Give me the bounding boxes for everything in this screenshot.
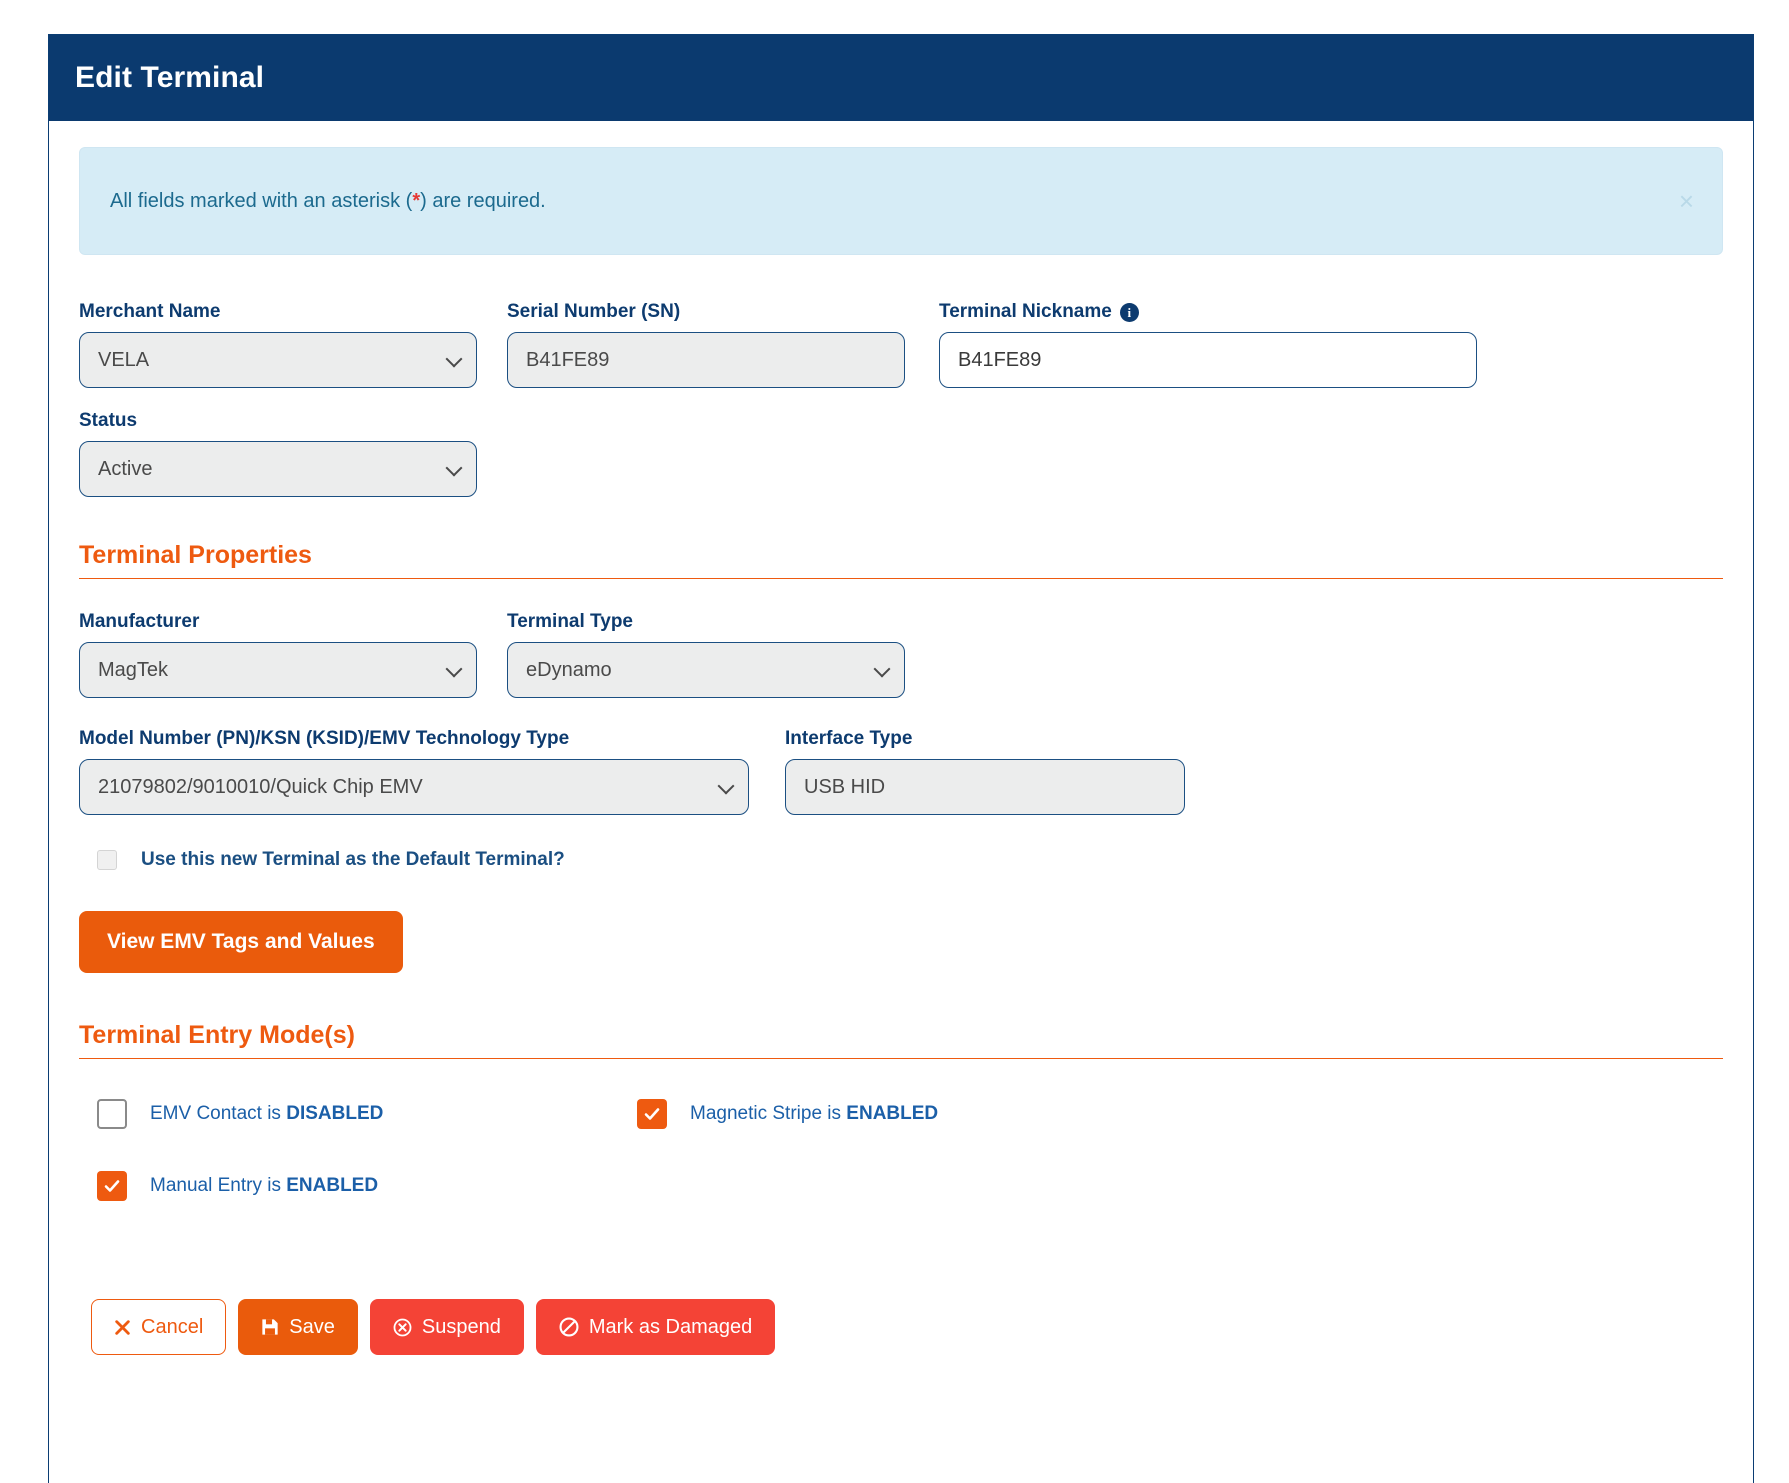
entry-mode-manual-entry[interactable]: Manual Entry is ENABLED (97, 1171, 637, 1201)
alert-text-after: ) are required. (420, 190, 546, 212)
terminal-nickname-input[interactable]: B41FE89 (939, 332, 1477, 388)
model-number-label: Model Number (PN)/KSN (KSID)/EMV Technol… (79, 728, 749, 750)
close-icon[interactable]: × (1673, 187, 1700, 215)
mark-as-damaged-button[interactable]: Mark as Damaged (536, 1299, 775, 1355)
entry-mode-emv-contact[interactable]: EMV Contact is DISABLED (97, 1099, 637, 1129)
magnetic-stripe-state: ENABLED (846, 1103, 938, 1124)
manual-entry-label-text: Manual Entry is (150, 1175, 286, 1196)
form-row-hardware: Manufacturer MagTek Terminal Type eDynam… (79, 611, 1723, 698)
floppy-disk-icon (261, 1318, 279, 1336)
serial-number-input[interactable]: B41FE89 (507, 332, 905, 388)
checkbox-magnetic-stripe[interactable] (637, 1099, 667, 1129)
magnetic-stripe-label: Magnetic Stripe is ENABLED (690, 1103, 938, 1125)
status-select[interactable]: Active (79, 441, 477, 497)
field-serial-number: Serial Number (SN) B41FE89 (507, 301, 905, 388)
emv-button-wrap: View EMV Tags and Values (79, 911, 1723, 973)
default-terminal-label: Use this new Terminal as the Default Ter… (141, 849, 565, 871)
chevron-down-icon (874, 661, 891, 678)
card-header: Edit Terminal (49, 35, 1753, 121)
field-model-number: Model Number (PN)/KSN (KSID)/EMV Technol… (79, 728, 749, 815)
save-button[interactable]: Save (238, 1299, 358, 1355)
entry-modes-row-1: EMV Contact is DISABLED Magnetic Stripe … (79, 1099, 1723, 1129)
field-interface-type: Interface Type USB HID (785, 728, 1185, 815)
merchant-name-select[interactable]: VELA (79, 332, 477, 388)
entry-mode-magnetic-stripe[interactable]: Magnetic Stripe is ENABLED (637, 1099, 938, 1129)
section-divider (79, 578, 1723, 579)
cancel-button-label: Cancel (141, 1316, 203, 1339)
manufacturer-value: MagTek (98, 659, 168, 682)
manufacturer-label: Manufacturer (79, 611, 477, 633)
terminal-type-value: eDynamo (526, 659, 612, 682)
page-title: Edit Terminal (75, 61, 264, 95)
save-button-label: Save (289, 1316, 335, 1339)
status-label: Status (79, 410, 477, 432)
alert-text-before: All fields marked with an asterisk ( (110, 190, 412, 212)
terminal-nickname-label-text: Terminal Nickname (939, 301, 1112, 323)
emv-contact-state: DISABLED (286, 1103, 383, 1124)
mark-as-damaged-button-label: Mark as Damaged (589, 1316, 752, 1339)
form-row-identity: Merchant Name VELA Serial Number (SN) B4… (79, 301, 1723, 388)
suspend-button-label: Suspend (422, 1316, 501, 1339)
merchant-name-label: Merchant Name (79, 301, 477, 323)
default-terminal-row[interactable]: Use this new Terminal as the Default Ter… (97, 849, 1723, 871)
manufacturer-select[interactable]: MagTek (79, 642, 477, 698)
info-icon[interactable]: i (1120, 303, 1139, 322)
form-row-status: Status Active (79, 410, 1723, 497)
magnetic-stripe-label-text: Magnetic Stripe is (690, 1103, 846, 1124)
field-terminal-type: Terminal Type eDynamo (507, 611, 905, 698)
terminal-type-label: Terminal Type (507, 611, 905, 633)
edit-terminal-card: Edit Terminal All fields marked with an … (48, 34, 1754, 1483)
entry-modes-section: Terminal Entry Mode(s) (79, 1021, 1723, 1059)
terminal-nickname-label: Terminal Nickname i (939, 301, 1477, 323)
model-number-value: 21079802/9010010/Quick Chip EMV (98, 776, 423, 799)
merchant-name-value: VELA (98, 349, 149, 372)
emv-contact-label: EMV Contact is DISABLED (150, 1103, 383, 1125)
chevron-down-icon (718, 778, 735, 795)
page-root: Edit Terminal All fields marked with an … (0, 0, 1789, 1483)
entry-modes-row-2: Manual Entry is ENABLED (79, 1171, 1723, 1201)
action-button-bar: Cancel Save Suspend Mark as Damaged (91, 1299, 1723, 1355)
alert-message: All fields marked with an asterisk (*) a… (110, 190, 546, 213)
manual-entry-state: ENABLED (286, 1175, 378, 1196)
interface-type-input[interactable]: USB HID (785, 759, 1185, 815)
section-divider (79, 1058, 1723, 1059)
cancel-button[interactable]: Cancel (91, 1299, 226, 1355)
emv-contact-label-text: EMV Contact is (150, 1103, 286, 1124)
chevron-down-icon (446, 661, 463, 678)
chevron-down-icon (446, 460, 463, 477)
checkbox-emv-contact[interactable] (97, 1099, 127, 1129)
chevron-down-icon (446, 351, 463, 368)
view-emv-tags-button[interactable]: View EMV Tags and Values (79, 911, 403, 973)
field-status: Status Active (79, 410, 477, 497)
terminal-properties-section: Terminal Properties (79, 541, 1723, 579)
serial-number-value: B41FE89 (526, 349, 609, 372)
checkbox-default-terminal[interactable] (97, 850, 117, 870)
required-asterisk: * (412, 190, 420, 212)
field-terminal-nickname: Terminal Nickname i B41FE89 (939, 301, 1477, 388)
status-value: Active (98, 458, 152, 481)
serial-number-label: Serial Number (SN) (507, 301, 905, 323)
required-fields-alert: All fields marked with an asterisk (*) a… (79, 147, 1723, 255)
entry-modes-heading: Terminal Entry Mode(s) (79, 1021, 1723, 1058)
interface-type-label: Interface Type (785, 728, 1185, 750)
close-x-icon (114, 1319, 131, 1336)
model-number-select[interactable]: 21079802/9010010/Quick Chip EMV (79, 759, 749, 815)
interface-type-value: USB HID (804, 776, 885, 799)
card-body: All fields marked with an asterisk (*) a… (49, 121, 1753, 1355)
suspend-button[interactable]: Suspend (370, 1299, 524, 1355)
form-row-model: Model Number (PN)/KSN (KSID)/EMV Technol… (79, 728, 1723, 815)
terminal-nickname-value: B41FE89 (958, 349, 1041, 372)
manual-entry-label: Manual Entry is ENABLED (150, 1175, 378, 1197)
field-merchant-name: Merchant Name VELA (79, 301, 477, 388)
terminal-type-select[interactable]: eDynamo (507, 642, 905, 698)
terminal-properties-heading: Terminal Properties (79, 541, 1723, 578)
field-manufacturer: Manufacturer MagTek (79, 611, 477, 698)
ban-icon (559, 1317, 579, 1337)
circle-x-icon (393, 1318, 412, 1337)
checkbox-manual-entry[interactable] (97, 1171, 127, 1201)
